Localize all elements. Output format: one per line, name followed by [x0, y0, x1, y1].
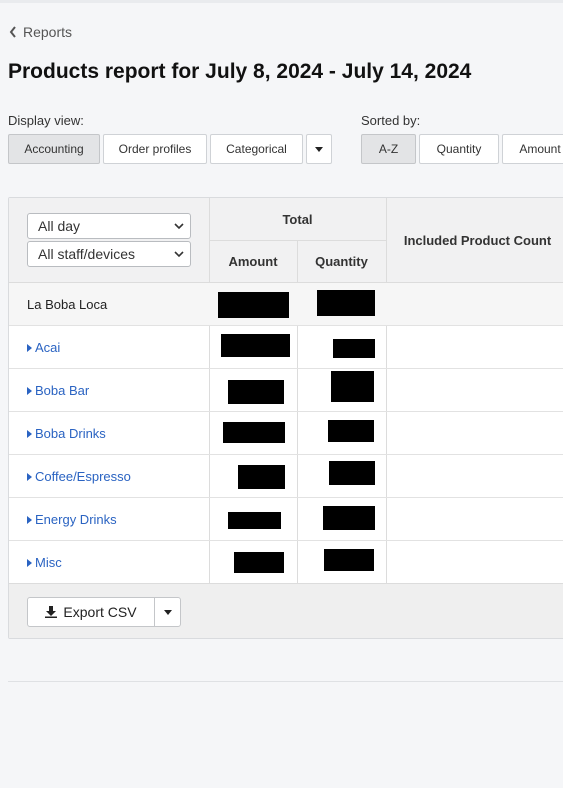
top-border — [0, 0, 563, 3]
display-view-categorical-button[interactable]: Categorical — [210, 134, 303, 164]
chevron-down-icon — [174, 251, 184, 258]
caret-right-icon — [27, 472, 32, 481]
sort-az-button[interactable]: A-Z — [361, 134, 416, 164]
chevron-down-icon — [174, 223, 184, 230]
caret-right-icon — [27, 343, 32, 352]
redacted-quantity — [329, 461, 375, 485]
caret-right-icon — [27, 386, 32, 395]
redacted-amount — [228, 512, 281, 529]
category-link[interactable]: Misc — [27, 555, 62, 570]
sort-amount-button[interactable]: Amount — [502, 134, 563, 164]
category-label: Coffee/Espresso — [35, 469, 131, 484]
included-product-count-header: Included Product Count — [403, 233, 552, 248]
divider — [8, 681, 563, 682]
category-link[interactable]: Energy Drinks — [27, 512, 117, 527]
redacted-amount — [221, 334, 290, 357]
caret-down-icon — [163, 609, 172, 615]
caret-right-icon — [27, 429, 32, 438]
header-divider — [209, 240, 386, 241]
category-row[interactable]: Coffee/Espresso — [9, 455, 563, 498]
category-link[interactable]: Boba Bar — [27, 383, 89, 398]
sorted-by-segmented-control: A-Z Quantity Amount — [361, 134, 563, 164]
time-filter-value: All day — [38, 218, 81, 234]
sorted-by-label: Sorted by: — [361, 113, 421, 128]
display-view-label: Display view: — [8, 113, 84, 128]
display-view-segmented-control: Accounting Order profiles Categorical — [8, 134, 332, 164]
category-link[interactable]: Coffee/Espresso — [27, 469, 131, 484]
redacted-quantity — [328, 420, 374, 442]
back-to-reports-link[interactable]: Reports — [9, 24, 72, 40]
redacted-amount — [238, 465, 285, 489]
category-row[interactable]: Energy Drinks — [9, 498, 563, 541]
category-row[interactable]: Boba Bar — [9, 369, 563, 412]
caret-down-icon — [315, 146, 323, 152]
redacted-quantity — [317, 290, 375, 316]
staff-filter-value: All staff/devices — [38, 246, 136, 262]
redacted-amount — [218, 292, 289, 318]
sort-quantity-button[interactable]: Quantity — [419, 134, 499, 164]
display-view-more-button[interactable] — [306, 134, 332, 164]
category-row[interactable]: Acai — [9, 326, 563, 369]
redacted-amount — [223, 422, 285, 443]
category-row[interactable]: Boba Drinks — [9, 412, 563, 455]
store-name: La Boba Loca — [27, 297, 108, 312]
export-button-group: Export CSV — [27, 597, 181, 627]
quantity-column-header[interactable]: Quantity — [297, 254, 386, 269]
time-filter-select[interactable]: All day — [27, 213, 191, 239]
download-icon — [45, 606, 58, 618]
store-total-row: La Boba Loca — [9, 283, 563, 326]
redacted-amount — [228, 380, 284, 404]
redacted-quantity — [331, 371, 374, 402]
caret-right-icon — [27, 515, 32, 524]
back-link-label: Reports — [23, 24, 73, 40]
export-csv-label: Export CSV — [63, 604, 137, 620]
total-group-header: Total — [282, 212, 313, 227]
staff-filter-select[interactable]: All staff/devices — [27, 241, 191, 267]
category-label: Energy Drinks — [35, 512, 117, 527]
chevron-left-icon — [9, 26, 16, 38]
export-options-dropdown-button[interactable] — [155, 598, 180, 626]
table-footer: Export CSV — [9, 583, 563, 638]
amount-column-header[interactable]: Amount — [209, 254, 297, 269]
category-label: Boba Drinks — [35, 426, 106, 441]
redacted-quantity — [333, 339, 375, 358]
category-label: Acai — [35, 340, 61, 355]
category-link[interactable]: Acai — [27, 340, 60, 355]
redacted-quantity — [324, 549, 374, 571]
page-title: Products report for July 8, 2024 - July … — [8, 60, 472, 83]
products-report-table: All day All staff/devices Total Amount Q… — [8, 197, 563, 639]
display-view-order-profiles-button[interactable]: Order profiles — [103, 134, 207, 164]
category-link[interactable]: Boba Drinks — [27, 426, 106, 441]
redacted-quantity — [323, 506, 375, 530]
display-view-accounting-button[interactable]: Accounting — [8, 134, 100, 164]
category-row[interactable]: Misc — [9, 541, 563, 584]
category-label: Misc — [35, 555, 62, 570]
category-label: Boba Bar — [35, 383, 90, 398]
redacted-amount — [234, 552, 284, 573]
export-csv-button[interactable]: Export CSV — [28, 598, 155, 626]
caret-right-icon — [27, 558, 32, 567]
